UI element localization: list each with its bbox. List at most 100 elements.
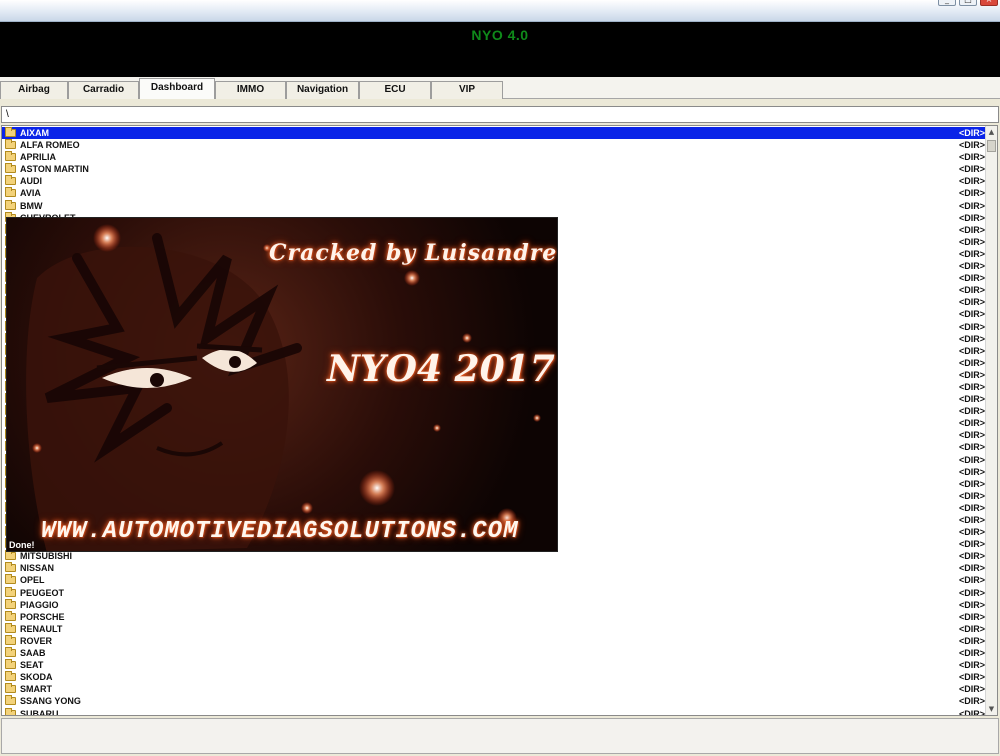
list-item-name: ROVER [20, 635, 53, 646]
tab-dashboard[interactable]: Dashboard [139, 78, 215, 99]
list-item[interactable]: PEUGEOT <DIR> [2, 586, 986, 599]
scroll-up-icon[interactable]: ▲ [986, 126, 997, 138]
list-item-type: <DIR> [958, 648, 985, 659]
list-item-name: AIXAM [20, 128, 49, 138]
minimize-button[interactable]: _ [938, 0, 956, 6]
list-item[interactable]: ROVER <DIR> [2, 634, 986, 647]
list-item-name: AUDI [20, 176, 42, 187]
folder-icon [5, 683, 16, 694]
list-item-type: <DIR> [958, 527, 985, 538]
list-item-type: <DIR> [958, 188, 985, 199]
maximize-button[interactable]: □ [959, 0, 977, 6]
path-field[interactable]: \ [1, 106, 999, 123]
vertical-scrollbar[interactable]: ▲ ▼ [985, 126, 997, 715]
list-item[interactable]: SEAT <DIR> [2, 659, 986, 671]
list-item[interactable]: ALFA ROMEO <DIR> [2, 139, 986, 151]
list-item-type: <DIR> [958, 575, 985, 586]
splash-cracked-text: Cracked by Luisandre [269, 240, 558, 266]
list-item[interactable]: BMW <DIR> [2, 199, 986, 212]
list-item[interactable]: OPEL <DIR> [2, 574, 986, 586]
list-item[interactable]: NISSAN <DIR> [2, 562, 986, 574]
list-item-name: SSANG YONG [20, 696, 81, 707]
list-item[interactable]: SSANG YONG <DIR> [2, 695, 986, 707]
list-item-type: <DIR> [958, 684, 985, 695]
folder-icon [5, 175, 16, 186]
list-item-type: <DIR> [958, 466, 985, 477]
list-item[interactable]: AIXAM <DIR> [2, 127, 986, 140]
list-item-type: <DIR> [958, 539, 985, 550]
list-item[interactable]: SUBARU <DIR> [2, 707, 986, 715]
app-title: NYO 4.0 [471, 27, 529, 43]
folder-icon [5, 550, 16, 561]
list-item-type: <DIR> [958, 345, 985, 356]
list-item[interactable]: PORSCHE <DIR> [2, 610, 986, 623]
list-item-type: <DIR> [958, 273, 985, 284]
list-item-name: RENAULT [20, 623, 63, 634]
list-item-type: <DIR> [958, 696, 985, 707]
list-item-type: <DIR> [958, 357, 985, 368]
list-item-type: <DIR> [958, 502, 985, 513]
list-item-type: <DIR> [958, 128, 985, 138]
splash-screen: Cracked by Luisandre NYO4 2017 WWW.AUTOM… [6, 217, 558, 552]
list-item[interactable]: ASTON MARTIN <DIR> [2, 163, 986, 175]
list-item-type: <DIR> [958, 478, 985, 489]
folder-icon [5, 707, 16, 715]
list-item-type: <DIR> [958, 406, 985, 417]
tab-ecu[interactable]: ECU [359, 81, 431, 99]
list-item-type: <DIR> [958, 297, 985, 308]
list-item-type: <DIR> [958, 176, 985, 187]
close-button[interactable]: × [980, 0, 998, 6]
list-item-type: <DIR> [958, 430, 985, 441]
tab-vip[interactable]: VIP [431, 81, 503, 99]
list-item-type: <DIR> [958, 490, 985, 501]
list-item-type: <DIR> [958, 599, 985, 610]
list-item[interactable]: AVIA <DIR> [2, 187, 986, 199]
tab-immo[interactable]: IMMO [215, 81, 286, 99]
list-item[interactable]: RENAULT <DIR> [2, 622, 986, 635]
list-item-type: <DIR> [958, 200, 985, 211]
list-item[interactable]: PIAGGIO <DIR> [2, 598, 986, 611]
list-item-name: AVIA [20, 188, 41, 199]
list-item-type: <DIR> [958, 454, 985, 465]
tab-carradio[interactable]: Carradio [68, 81, 139, 99]
list-item[interactable]: SMART <DIR> [2, 683, 986, 695]
window-titlebar: _ □ × [0, 0, 1000, 22]
scroll-thumb[interactable] [987, 140, 996, 152]
tab-navigation[interactable]: Navigation [286, 81, 359, 99]
list-item-name: PIAGGIO [20, 599, 59, 610]
status-bar [1, 718, 999, 754]
folder-icon [5, 695, 16, 706]
list-item-type: <DIR> [958, 418, 985, 429]
list-item-type: <DIR> [958, 660, 985, 671]
list-item-type: <DIR> [958, 381, 985, 392]
list-item-name: SEAT [20, 660, 44, 671]
folder-icon [5, 659, 16, 670]
window-controls: _ □ × [938, 0, 998, 6]
list-item[interactable]: SAAB <DIR> [2, 647, 986, 659]
app-header: NYO 4.0 [0, 22, 1000, 77]
list-item-name: PORSCHE [20, 611, 65, 622]
list-item-type: <DIR> [958, 611, 985, 622]
list-item-type: <DIR> [958, 248, 985, 259]
list-item-type: <DIR> [958, 309, 985, 320]
folder-icon [5, 127, 16, 137]
list-item-type: <DIR> [958, 394, 985, 405]
list-item-type: <DIR> [958, 369, 985, 380]
tab-airbag[interactable]: Airbag [0, 81, 68, 99]
list-item-type: <DIR> [958, 236, 985, 247]
folder-icon [5, 187, 16, 198]
list-item-name: ALFA ROMEO [20, 140, 80, 151]
list-item-type: <DIR> [958, 164, 985, 175]
list-item-name: ASTON MARTIN [20, 164, 89, 175]
list-item-name: PEUGEOT [20, 587, 65, 598]
list-item[interactable]: SKODA <DIR> [2, 671, 986, 683]
splash-version-text: NYO4 2017 [327, 348, 555, 390]
scroll-down-icon[interactable]: ▼ [986, 703, 997, 715]
list-item-type: <DIR> [958, 321, 985, 332]
list-item-name: SAAB [20, 648, 46, 659]
list-item[interactable]: APRILIA <DIR> [2, 151, 986, 163]
list-item-type: <DIR> [958, 563, 985, 574]
list-item[interactable]: MITSUBISHI <DIR> [2, 550, 986, 562]
list-item[interactable]: AUDI <DIR> [2, 175, 986, 187]
folder-icon [5, 562, 16, 573]
